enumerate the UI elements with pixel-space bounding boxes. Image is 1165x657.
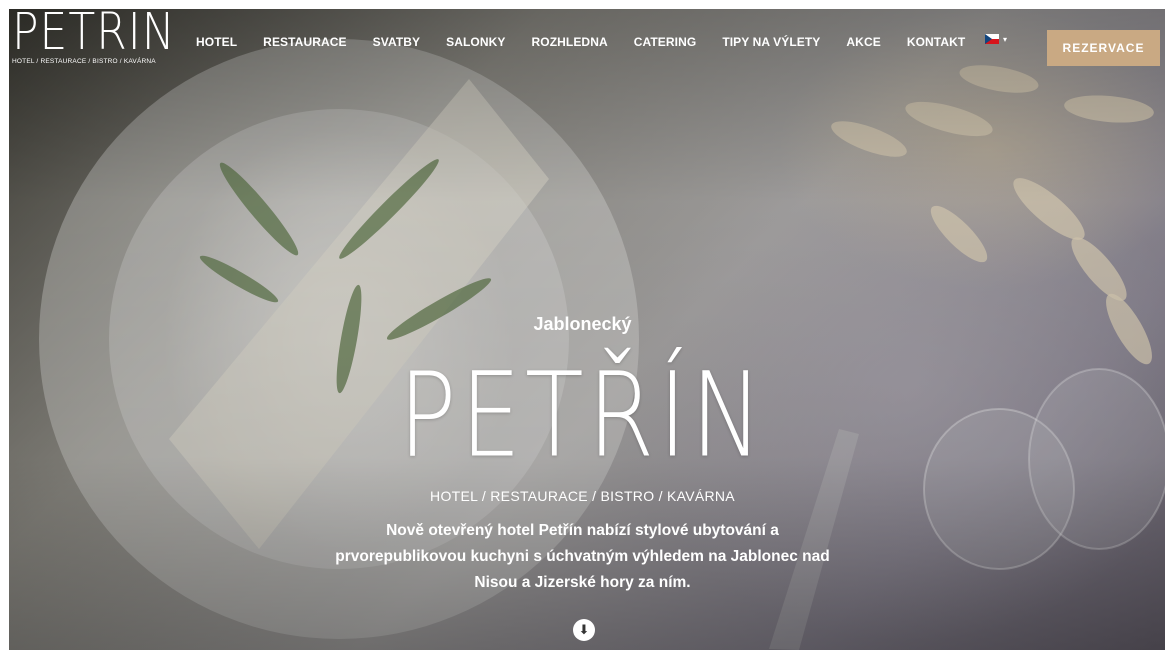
- nav-item-tipy-na-vylety[interactable]: TIPY NA VÝLETY: [722, 35, 820, 49]
- nav-item-catering[interactable]: CATERING: [634, 35, 697, 49]
- nav-item-restaurace[interactable]: RESTAURACE: [263, 35, 346, 49]
- hero-description-line: prvorepublikovou kuchyni s úchvatným výh…: [335, 548, 830, 565]
- language-switcher[interactable]: ▾: [985, 34, 1007, 44]
- hero-description: Nově otevřený hotel Petřín nabízí stylov…: [0, 518, 1165, 596]
- main-navigation: HOTEL RESTAURACE SVATBY SALONKY ROZHLEDN…: [196, 32, 991, 52]
- hero-title: PETŘÍN: [398, 346, 767, 484]
- czech-flag-icon: [985, 34, 999, 44]
- nav-item-hotel[interactable]: HOTEL: [196, 35, 237, 49]
- nav-item-salonky[interactable]: SALONKY: [446, 35, 505, 49]
- nav-item-akce[interactable]: AKCE: [846, 35, 880, 49]
- hero-description-line: Nisou a Jizerské hory za ním.: [474, 574, 691, 591]
- site-logo[interactable]: PETŘÍN HOTEL / RESTAURACE / BISTRO / KAV…: [12, 3, 176, 65]
- nav-item-rozhledna[interactable]: ROZHLEDNA: [532, 35, 608, 49]
- logo-wordmark: PETŘÍN: [12, 3, 176, 62]
- hero-subtitle: HOTEL / RESTAURACE / BISTRO / KAVÁRNA: [430, 488, 735, 504]
- hero-kicker: Jablonecký: [533, 314, 632, 334]
- arrow-down-circle-icon[interactable]: ⬇: [573, 619, 595, 641]
- hero-description-line: Nově otevřený hotel Petřín nabízí stylov…: [386, 522, 779, 539]
- chevron-down-icon: ▾: [1003, 34, 1008, 44]
- reservation-button[interactable]: REZERVACE: [1047, 30, 1160, 66]
- nav-item-svatby[interactable]: SVATBY: [373, 35, 421, 49]
- nav-item-kontakt[interactable]: KONTAKT: [907, 35, 965, 49]
